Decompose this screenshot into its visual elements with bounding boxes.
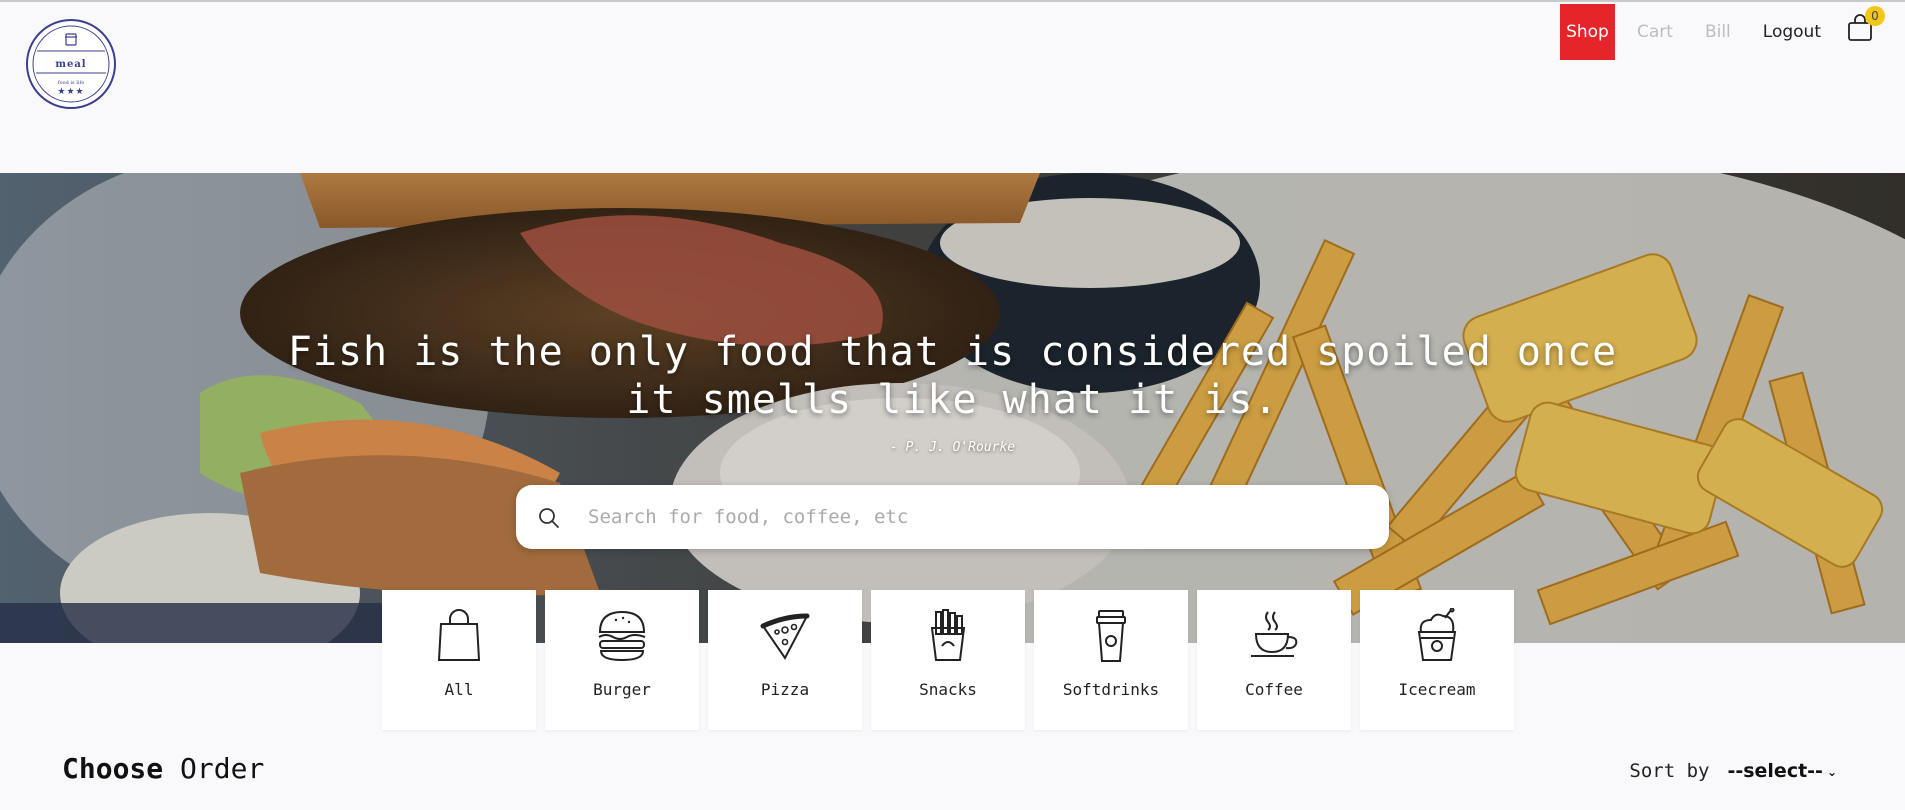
sort-select[interactable]: --select-- ⌄ xyxy=(1727,760,1837,782)
nav-logout[interactable]: Logout xyxy=(1753,4,1831,60)
search-input[interactable] xyxy=(588,499,1358,535)
logo[interactable]: meal food is life ★★★ xyxy=(26,19,116,109)
search-icon[interactable] xyxy=(538,507,560,529)
nav-bill[interactable]: Bill xyxy=(1695,4,1741,60)
section-title-bold: Choose xyxy=(62,752,164,785)
category-label: Icecream xyxy=(1398,680,1476,699)
hero-quote: Fish is the only food that is considered… xyxy=(0,328,1905,424)
header: meal food is life ★★★ Shop Cart Bill Log… xyxy=(0,2,1905,172)
hero-banner: Fish is the only food that is considered… xyxy=(0,173,1905,643)
category-label: Burger xyxy=(593,680,651,699)
icecream-icon xyxy=(1417,608,1457,661)
cart-button[interactable]: 0 xyxy=(1841,4,1885,60)
hero-quote-text: Fish is the only food that is considered… xyxy=(287,329,1618,423)
category-label: Snacks xyxy=(919,680,977,699)
category-all[interactable]: All xyxy=(382,590,536,730)
category-softdrinks[interactable]: Softdrinks xyxy=(1034,590,1188,730)
category-label: Pizza xyxy=(760,680,810,699)
logo-brand-name: meal xyxy=(55,59,87,70)
pizza-icon xyxy=(760,613,810,660)
logo-tagline: food is life xyxy=(57,80,85,86)
category-icecream[interactable]: Icecream xyxy=(1360,590,1514,730)
nav-shop[interactable]: Shop xyxy=(1559,4,1615,60)
coffee-icon xyxy=(1251,611,1298,657)
burger-icon xyxy=(598,610,646,662)
sort-label: Sort by xyxy=(1629,760,1710,782)
hero-quote-author: - P. J. O'Rourke xyxy=(889,440,1016,455)
section-title: Choose Order xyxy=(62,752,264,785)
category-burger[interactable]: Burger xyxy=(545,590,699,730)
category-label: Softdrinks xyxy=(1062,680,1160,699)
nav-cart[interactable]: Cart xyxy=(1627,4,1683,60)
category-snacks[interactable]: Snacks xyxy=(871,590,1025,730)
category-coffee[interactable]: Coffee xyxy=(1197,590,1351,730)
category-label: All xyxy=(444,680,474,699)
shopping-bag-icon xyxy=(437,609,481,661)
sort-control: Sort by --select-- ⌄ xyxy=(1629,760,1837,782)
search-bar xyxy=(516,485,1389,549)
cart-count-badge: 0 xyxy=(1865,6,1885,26)
cup-icon xyxy=(1096,610,1126,662)
main-nav: Shop Cart Bill Logout 0 xyxy=(1559,4,1905,60)
category-pizza[interactable]: Pizza xyxy=(708,590,862,730)
category-label: Coffee xyxy=(1245,680,1303,699)
chevron-down-icon: ⌄ xyxy=(1826,764,1837,779)
category-list: All Burger Pizza Snacks Softdrinks Coffe… xyxy=(382,590,1514,730)
sort-selected-value: --select-- xyxy=(1727,760,1823,782)
logo-stars: ★★★ xyxy=(57,87,85,97)
section-title-rest: Order xyxy=(163,752,265,785)
fries-icon xyxy=(930,609,966,661)
